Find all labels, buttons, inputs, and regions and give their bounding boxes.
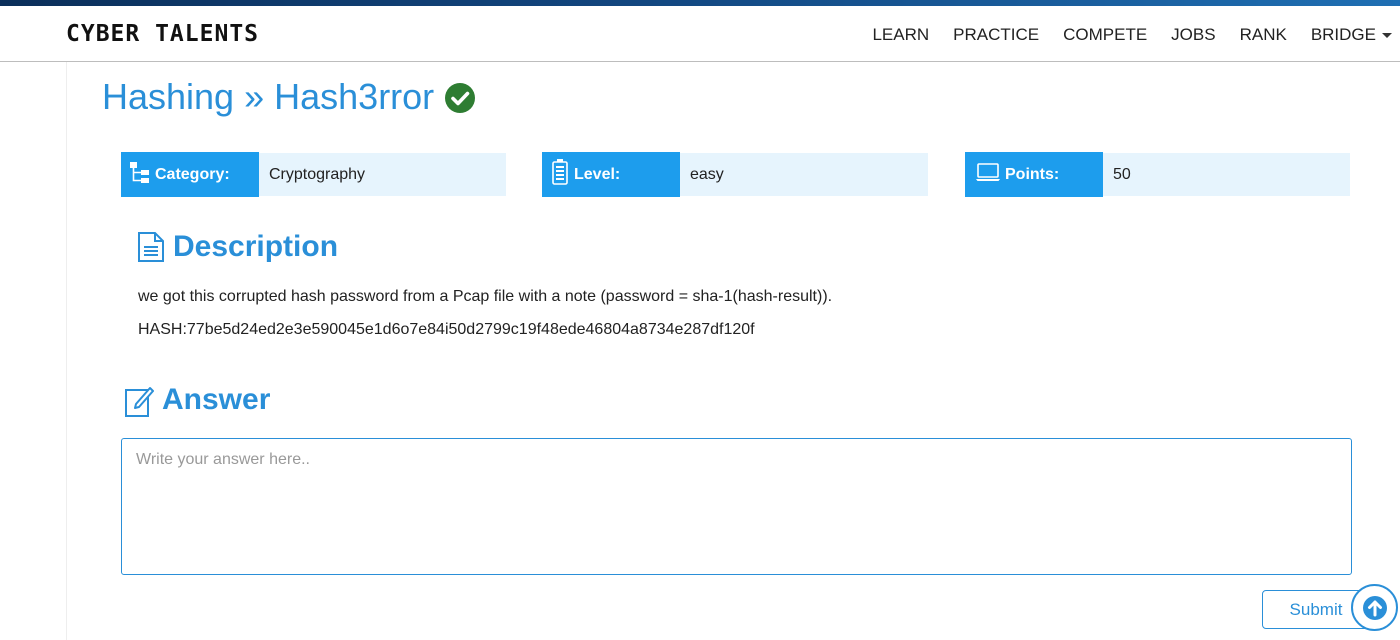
- answer-heading-text: Answer: [162, 383, 271, 416]
- nav-jobs[interactable]: JOBS: [1171, 25, 1215, 45]
- laptop-icon: [975, 162, 1005, 187]
- page-title: Hashing » Hash3rror: [102, 76, 476, 118]
- content-divider: [66, 62, 67, 640]
- level-info: Level: easy: [542, 152, 928, 197]
- points-value: 50: [1103, 153, 1350, 196]
- main-nav: LEARN PRACTICE COMPETE JOBS RANK BRIDGE: [848, 25, 1392, 45]
- breadcrumb-separator: »: [244, 76, 265, 117]
- level-label: Level:: [574, 165, 621, 183]
- description-heading: Description: [137, 230, 338, 264]
- battery-icon: [550, 158, 574, 191]
- description-text: we got this corrupted hash password from…: [138, 288, 833, 305]
- edit-icon: [124, 382, 154, 418]
- category-label-box: Category:: [121, 152, 259, 197]
- nav-bridge-label: BRIDGE: [1310, 25, 1376, 44]
- category-value: Cryptography: [259, 153, 506, 196]
- points-label: Points:: [1005, 165, 1060, 183]
- check-circle-icon: [444, 81, 476, 113]
- challenge-name: Hash3rror: [274, 76, 435, 117]
- tree-structure-icon: [129, 160, 155, 189]
- document-icon: [137, 231, 165, 263]
- nav-learn[interactable]: LEARN: [872, 25, 929, 45]
- navbar: CYBER TALENTS LEARN PRACTICE COMPETE JOB…: [0, 6, 1400, 62]
- points-info: Points: 50: [965, 152, 1350, 197]
- nav-practice[interactable]: PRACTICE: [953, 25, 1039, 45]
- points-label-box: Points:: [965, 152, 1103, 197]
- description-heading-text: Description: [173, 230, 339, 263]
- nav-rank[interactable]: RANK: [1240, 25, 1287, 45]
- chevron-down-icon: [1382, 32, 1392, 38]
- level-value: easy: [680, 153, 928, 196]
- arrow-up-icon: [1362, 595, 1388, 621]
- answer-heading: Answer: [124, 382, 270, 418]
- breadcrumb-category[interactable]: Hashing: [102, 76, 234, 118]
- nav-bridge-dropdown[interactable]: BRIDGE: [1311, 25, 1392, 45]
- category-label: Category:: [155, 165, 230, 183]
- level-label-box: Level:: [542, 152, 680, 197]
- site-logo[interactable]: CYBER TALENTS: [66, 21, 259, 47]
- scroll-to-top-button[interactable]: [1351, 584, 1398, 631]
- category-info: Category: Cryptography: [121, 152, 506, 197]
- nav-compete[interactable]: COMPETE: [1063, 25, 1147, 45]
- hash-value: HASH:77be5d24ed2e3e590045e1d6o7e84i50d27…: [138, 321, 755, 338]
- answer-input[interactable]: [121, 438, 1352, 575]
